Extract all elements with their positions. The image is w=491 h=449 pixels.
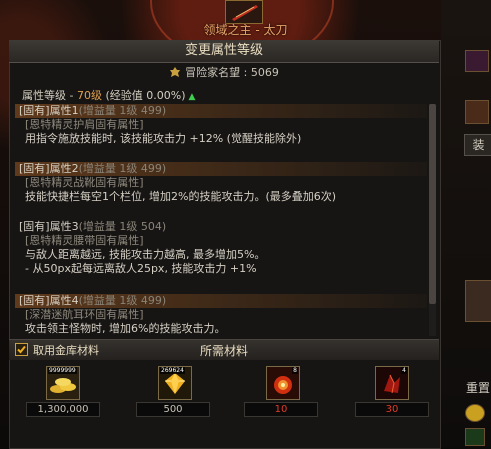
attribute-gain: (增益量 1级 499) bbox=[78, 162, 167, 175]
material-count: 8 bbox=[292, 367, 298, 374]
material-slot-fire[interactable]: 8 bbox=[266, 366, 300, 400]
attribute-header: [固有]属性2(增益量 1级 499) bbox=[15, 162, 427, 176]
attribute-item[interactable]: [固有]属性3(增益量 1级 504) [恩特精灵腰带固有属性] 与敌人距离越远… bbox=[15, 220, 427, 276]
materials-title: 所需材料 bbox=[199, 344, 248, 358]
top-frame: 领域之主 - 太刀 bbox=[0, 0, 491, 40]
attribute-source: [深潜迷航耳环固有属性] bbox=[25, 308, 144, 321]
materials-bar: 取用金库材料 所需材料 bbox=[9, 339, 439, 360]
attribute-desc: - 从50px起每远离敌人25px, 技能攻击力 +1% bbox=[25, 262, 257, 275]
scrollbar-thumb[interactable] bbox=[429, 104, 436, 304]
material-cost: 10 bbox=[244, 402, 318, 417]
attr-level-exp: (经验值 0.00%) bbox=[101, 89, 186, 102]
equipment-tab[interactable]: 装 bbox=[464, 134, 491, 156]
attribute-item[interactable]: [固有]属性1(增益量 1级 499) [恩特精灵护肩固有属性] 用指令施放技能… bbox=[15, 104, 427, 146]
attribute-desc: 攻击领主怪物时, 增加6%的技能攻击力。 bbox=[25, 322, 226, 335]
weapon-name: 领域之主 - 太刀 bbox=[203, 23, 288, 37]
fame-icon bbox=[170, 67, 181, 77]
material-count: 9999999 bbox=[48, 367, 77, 374]
attribute-gain: (增益量 1级 504) bbox=[78, 220, 167, 233]
reset-button[interactable]: 重置 bbox=[466, 378, 491, 398]
attr-level-prefix: 属性等级 - bbox=[22, 89, 77, 102]
material-count: 4 bbox=[401, 367, 407, 374]
attribute-desc: 用指令施放技能时, 该技能攻击力 +12% (觉醒技能除外) bbox=[25, 132, 302, 145]
material-slot-gold[interactable]: 9999999 bbox=[46, 366, 80, 400]
coin-icon[interactable] bbox=[465, 404, 485, 422]
attribute-list[interactable]: [固有]属性1(增益量 1级 499) [恩特精灵护肩固有属性] 用指令施放技能… bbox=[15, 104, 427, 336]
attribute-source: [恩特精灵护肩固有属性] bbox=[25, 118, 144, 131]
attribute-gain: (增益量 1级 499) bbox=[78, 294, 167, 307]
side-item-icon[interactable] bbox=[465, 50, 489, 72]
attribute-level: 属性等级 - 70级 (经验值 0.00%) ▲ bbox=[22, 87, 195, 103]
attribute-header: [固有]属性4(增益量 1级 499) bbox=[15, 294, 427, 308]
attribute-item[interactable]: [固有]属性2(增益量 1级 499) [恩特精灵战靴固有属性] 技能快捷栏每空… bbox=[15, 162, 427, 204]
attribute-title: [固有]属性3 bbox=[19, 220, 79, 233]
material-slot-crystal[interactable]: 4 bbox=[375, 366, 409, 400]
attribute-header: [固有]属性3(增益量 1级 504) bbox=[15, 220, 427, 234]
attribute-title: [固有]属性2 bbox=[19, 162, 79, 175]
material-cost: 30 bbox=[355, 402, 429, 417]
attribute-source: [恩特精灵战靴固有属性] bbox=[25, 176, 144, 189]
panel-title: 变更属性等级 bbox=[9, 40, 439, 63]
settings-icon[interactable] bbox=[465, 428, 485, 446]
fame-label: 冒险家名望 : 5069 bbox=[185, 66, 279, 79]
material-count: 269624 bbox=[160, 367, 185, 374]
attribute-source: [恩特精灵腰带固有属性] bbox=[25, 234, 144, 247]
side-item-icon[interactable] bbox=[465, 100, 489, 124]
attribute-desc: 与敌人距离越远, 技能攻击力越高, 最多增加5%。 bbox=[25, 248, 266, 261]
material-cost: 1,300,000 bbox=[26, 402, 100, 417]
attribute-title: [固有]属性4 bbox=[19, 294, 79, 307]
attribute-item[interactable]: [固有]属性4(增益量 1级 499) [深潜迷航耳环固有属性] 攻击领主怪物时… bbox=[15, 294, 427, 336]
attribute-title: [固有]属性1 bbox=[19, 104, 79, 117]
attr-level-value: 70级 bbox=[76, 89, 102, 102]
katana-icon bbox=[226, 1, 262, 23]
fame-row: 冒险家名望 : 5069 bbox=[9, 64, 439, 82]
attribute-scrollbar[interactable] bbox=[429, 104, 436, 336]
attribute-desc: 技能快捷栏每空1个栏位, 增加2%的技能攻击力。(最多叠加6次) bbox=[25, 190, 337, 203]
attribute-gain: (增益量 1级 499) bbox=[78, 104, 167, 117]
material-slot-gem[interactable]: 269624 bbox=[158, 366, 192, 400]
side-item-icon[interactable] bbox=[465, 280, 491, 322]
level-up-arrow-icon: ▲ bbox=[188, 92, 196, 102]
material-cost: 500 bbox=[136, 402, 210, 417]
attribute-header: [固有]属性1(增益量 1级 499) bbox=[15, 104, 427, 118]
